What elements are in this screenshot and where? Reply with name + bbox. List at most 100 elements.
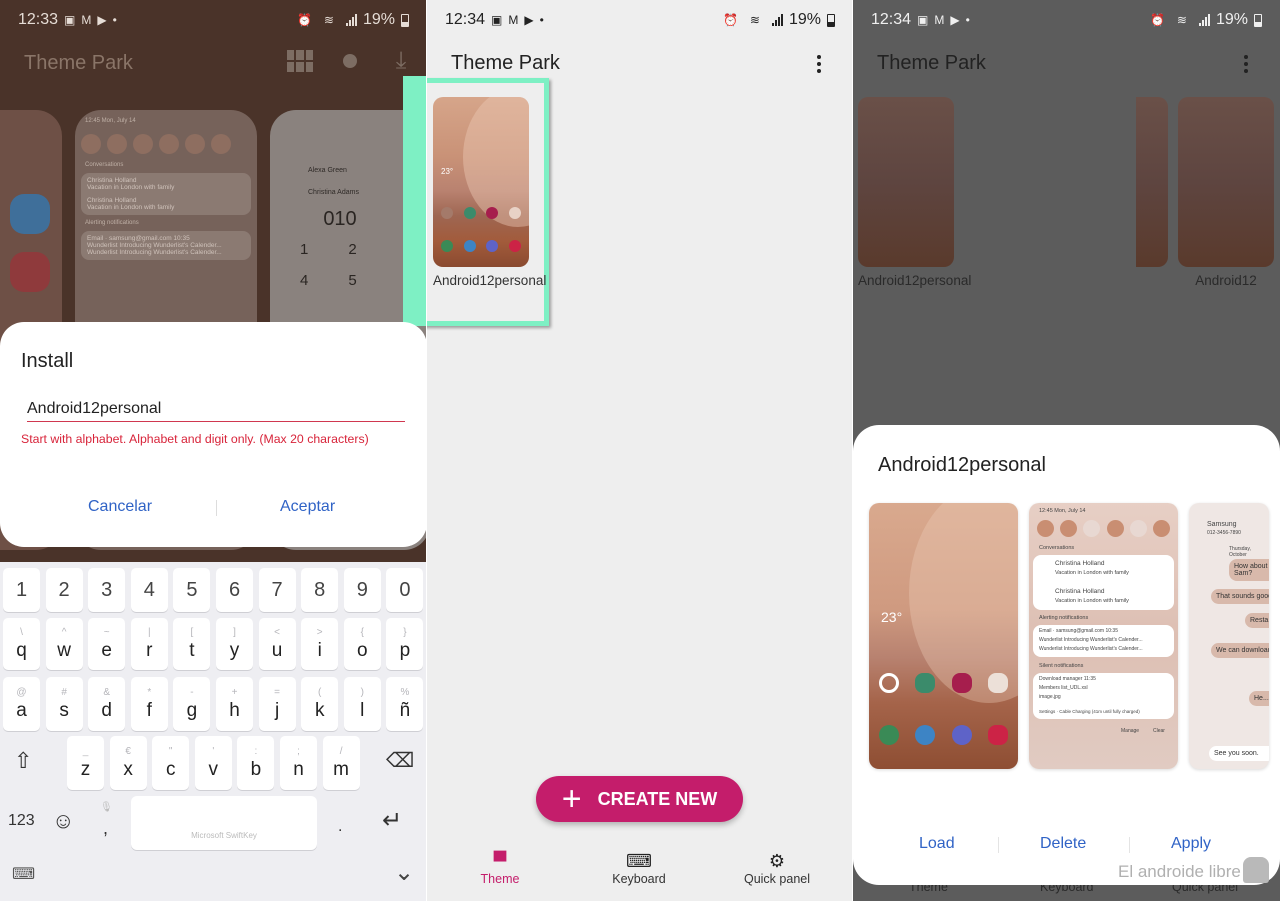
- key[interactable]: # s: [45, 677, 83, 731]
- watermark: El androide libre: [1118, 862, 1241, 881]
- install-dialog-screen: 12:33 ▣ M ▶ • ⏰ ≋ 19% Theme Park ⤓ 12:45…: [0, 0, 427, 901]
- nav-quick-panel[interactable]: ⚙ Quick panel: [707, 850, 847, 886]
- key[interactable]: & d: [88, 677, 126, 731]
- key[interactable]: 5: [173, 568, 211, 612]
- emoji-key[interactable]: ☺: [52, 808, 74, 834]
- key[interactable]: 9: [343, 568, 381, 612]
- apply-button[interactable]: Apply: [1171, 835, 1211, 853]
- key[interactable]: / m: [322, 736, 360, 790]
- key[interactable]: {o: [343, 618, 381, 670]
- enter-key[interactable]: ↵: [382, 806, 402, 835]
- more-options-icon[interactable]: [809, 52, 829, 76]
- home-screen-preview[interactable]: 23°: [869, 503, 1018, 769]
- key[interactable]: | r: [130, 618, 168, 670]
- status-time: 12:34: [445, 11, 486, 28]
- button-divider: [1129, 837, 1130, 853]
- theme-name: Android12personal: [433, 273, 547, 288]
- battery-percent: 19%: [362, 11, 395, 28]
- theme-thumbnail[interactable]: 23°: [433, 97, 529, 267]
- android-robot-icon: [1243, 857, 1269, 883]
- key[interactable]: < u: [258, 618, 296, 670]
- key[interactable]: + h: [216, 677, 253, 731]
- battery-percent: 19%: [1215, 11, 1248, 28]
- cancel-button[interactable]: Cancelar: [88, 498, 152, 516]
- theme-thumbnail[interactable]: [1178, 97, 1274, 267]
- plus-icon: +: [561, 780, 582, 818]
- key[interactable]: -g: [173, 677, 211, 731]
- delete-button[interactable]: Delete: [1040, 835, 1086, 853]
- gallery-notification-icon: ▣: [491, 13, 503, 27]
- numbers-key[interactable]: 123: [8, 812, 35, 830]
- theme-thumbnail[interactable]: [858, 97, 954, 267]
- keyboard-layout-icon[interactable]: ⌨: [12, 864, 35, 884]
- status-time: 12:33: [18, 11, 59, 28]
- keyboard-icon: ⌨: [626, 851, 652, 871]
- key[interactable]: " c: [152, 736, 190, 790]
- accept-button[interactable]: Aceptar: [280, 498, 335, 516]
- messages-preview[interactable]: Samsung 012-3456-7890 Thursday, October …: [1189, 503, 1269, 769]
- key[interactable]: ' v: [194, 736, 232, 790]
- key[interactable]: ) l: [343, 677, 381, 731]
- backspace-key[interactable]: ⌫: [386, 748, 414, 773]
- nav-theme[interactable]: ▀ Theme: [430, 850, 570, 886]
- comma-key[interactable]: ,: [103, 818, 108, 839]
- create-new-button[interactable]: + CREATE NEW: [536, 776, 743, 822]
- grid-icon[interactable]: [287, 50, 313, 72]
- email-app-icon: [10, 252, 50, 292]
- status-bar: 12:34 ▣ M ▶ • ⏰ ≋ 19%: [853, 0, 1280, 40]
- key[interactable]: % ñ: [386, 677, 424, 731]
- download-icon[interactable]: ⤓: [387, 48, 415, 74]
- key[interactable]: € x: [109, 736, 147, 790]
- key[interactable]: :b: [237, 736, 275, 790]
- period-key[interactable]: .: [338, 818, 342, 836]
- preview-notification: Christina Holland Vacation in London wit…: [81, 173, 251, 215]
- preview-time: 12:45 Mon, July 14: [85, 118, 136, 124]
- load-button[interactable]: Load: [919, 835, 955, 853]
- key[interactable]: = j: [258, 677, 296, 731]
- shift-key[interactable]: ⇧: [14, 748, 32, 774]
- nav-keyboard[interactable]: ⌨ Keyboard: [569, 850, 709, 886]
- key[interactable]: ~ e: [88, 618, 126, 670]
- theme-item[interactable]: 23° Android12personal: [433, 97, 547, 289]
- key[interactable]: 2: [45, 568, 83, 612]
- theme-thumbnail-partial[interactable]: [1136, 97, 1168, 267]
- more-options-icon[interactable]: [1236, 52, 1256, 76]
- key[interactable]: 3: [88, 568, 126, 612]
- theme-name: Android12: [1195, 273, 1257, 288]
- quick-settings-row: [75, 126, 257, 154]
- signal-icon: [345, 14, 357, 26]
- battery-icon: [401, 13, 409, 27]
- gmail-notification-icon: M: [81, 13, 92, 27]
- key[interactable]: * f: [130, 677, 168, 731]
- theme-list-screen: 12:34 ▣ M ▶ • ⏰ ≋ 19% Theme Park 23° And…: [427, 0, 853, 901]
- more-notifications-dot-icon: •: [539, 13, 544, 27]
- key[interactable]: > i: [301, 618, 339, 670]
- preview-alerting-label: Alerting notifications: [85, 220, 139, 226]
- theme-name-input[interactable]: [27, 396, 405, 422]
- battery-icon: [827, 13, 835, 27]
- button-divider: [998, 837, 999, 853]
- space-key[interactable]: Microsoft SwiftKey: [131, 796, 317, 850]
- key[interactable]: _ z: [67, 736, 104, 790]
- key[interactable]: 7: [258, 568, 296, 612]
- key[interactable]: ^ w: [45, 618, 83, 670]
- key[interactable]: 8: [301, 568, 339, 612]
- microphone-icon[interactable]: 🎙: [100, 802, 113, 813]
- key[interactable]: } p: [386, 618, 424, 670]
- key[interactable]: 1: [3, 568, 40, 612]
- key[interactable]: (k: [301, 677, 339, 731]
- button-divider: [216, 500, 217, 516]
- brightness-icon[interactable]: [337, 48, 363, 74]
- key[interactable]: 0: [386, 568, 424, 612]
- key[interactable]: @ a: [3, 677, 40, 731]
- more-notifications-dot-icon: •: [112, 13, 117, 27]
- collapse-keyboard-icon[interactable]: ⌄: [394, 858, 414, 887]
- more-notifications-dot-icon: •: [965, 13, 970, 27]
- quick-panel-preview[interactable]: 12:45 Mon, July 14 Conversations Christi…: [1029, 503, 1178, 769]
- key[interactable]: ; n: [280, 736, 317, 790]
- key[interactable]: [t: [173, 618, 211, 670]
- key[interactable]: 6: [216, 568, 253, 612]
- key[interactable]: \ q: [3, 618, 40, 670]
- key[interactable]: ] y: [216, 618, 253, 670]
- key[interactable]: 4: [130, 568, 168, 612]
